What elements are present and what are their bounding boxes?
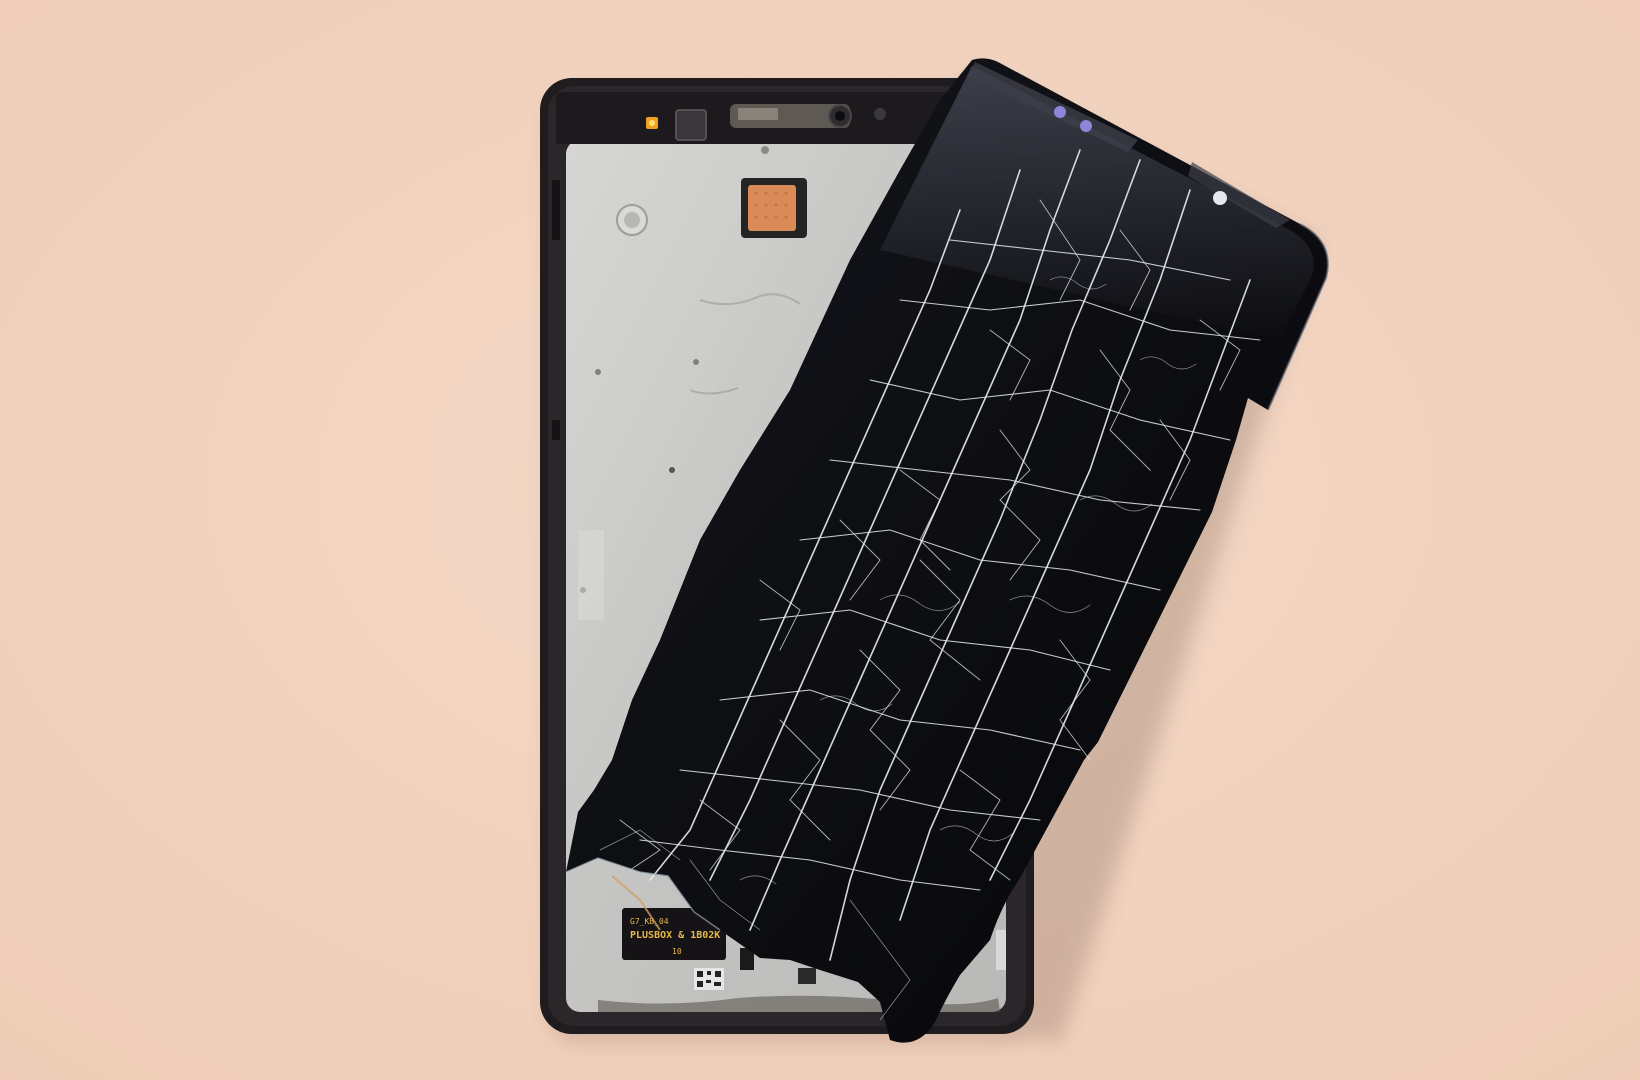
sensor-cutout-icon — [1080, 120, 1092, 132]
pcb-label-line1: G7_KB_04 — [630, 917, 669, 926]
flash-cutout-icon — [1213, 191, 1227, 205]
camera-cutout-icon — [1054, 106, 1066, 118]
photo-scene: G7_KB_04 PLUSBOX & 1B02K 10 — [0, 0, 1640, 1080]
broken-phone-illustration: G7_KB_04 PLUSBOX & 1B02K 10 — [0, 0, 1640, 1080]
pcb-label-line2: PLUSBOX & 1B02K — [630, 930, 720, 941]
pcb-label-line3: 10 — [672, 947, 682, 956]
qr-code-icon — [694, 968, 724, 990]
